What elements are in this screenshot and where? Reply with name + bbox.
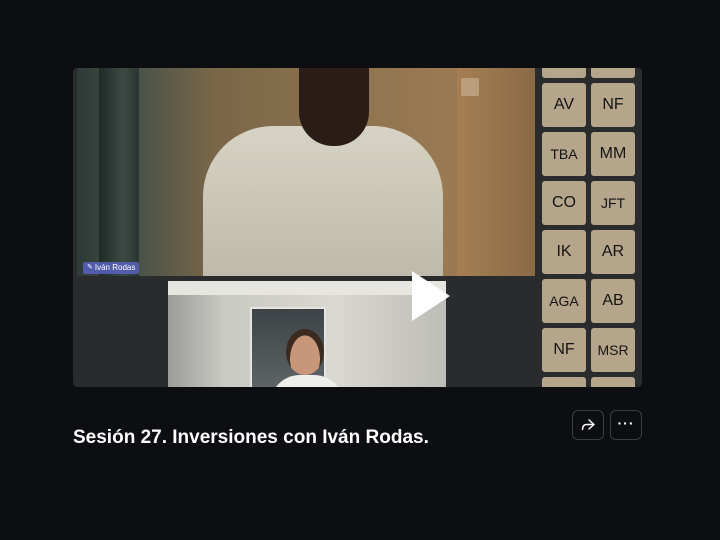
participant-tile: IK xyxy=(542,230,586,274)
participant-tile xyxy=(591,377,635,387)
participant-tile: CO xyxy=(542,181,586,225)
participant-tile: JFT xyxy=(591,181,635,225)
participant-tile: MSR xyxy=(591,328,635,372)
share-icon xyxy=(581,419,595,431)
participant-tile: MM xyxy=(591,132,635,176)
light-switch xyxy=(461,78,479,96)
main-speaker-video: ✎ Iván Rodas xyxy=(77,68,535,276)
participant-tile: AR xyxy=(591,230,635,274)
participant-tile xyxy=(542,68,586,78)
participant-tile xyxy=(591,68,635,78)
participant-tile xyxy=(542,377,586,387)
play-button[interactable] xyxy=(404,268,456,324)
background-wall xyxy=(457,68,535,276)
participant-tile: AV xyxy=(542,83,586,127)
participant-head xyxy=(286,329,324,375)
participant-tile: NF xyxy=(591,83,635,127)
participant-tile: NF xyxy=(542,328,586,372)
speaker-body xyxy=(203,126,443,276)
speaker-name-badge: ✎ Iván Rodas xyxy=(83,262,140,274)
video-player[interactable]: ✎ Iván Rodas AV NF TBA MM CO JFT IK AR AGA AB NF MS… xyxy=(73,68,642,387)
page-title: Sesión 27. Inversiones con Iván Rodas. xyxy=(73,427,429,448)
background-door xyxy=(99,68,139,276)
speaker-head xyxy=(299,68,369,146)
participant-tile: AB xyxy=(591,279,635,323)
more-icon: ··· xyxy=(617,415,635,431)
speaker-name: Iván Rodas xyxy=(94,263,136,272)
participant-grid: AV NF TBA MM CO JFT IK AR AGA AB NF MSR xyxy=(541,68,642,387)
microphone-icon: ✎ xyxy=(87,264,93,271)
play-icon xyxy=(412,271,450,321)
participant-tile: TBA xyxy=(542,132,586,176)
meta-faint-line: · · · · · · · · · · · · · xyxy=(73,404,185,413)
more-options-button[interactable]: ··· xyxy=(610,410,642,440)
participant-tile: AGA xyxy=(542,279,586,323)
share-button[interactable] xyxy=(572,410,604,440)
